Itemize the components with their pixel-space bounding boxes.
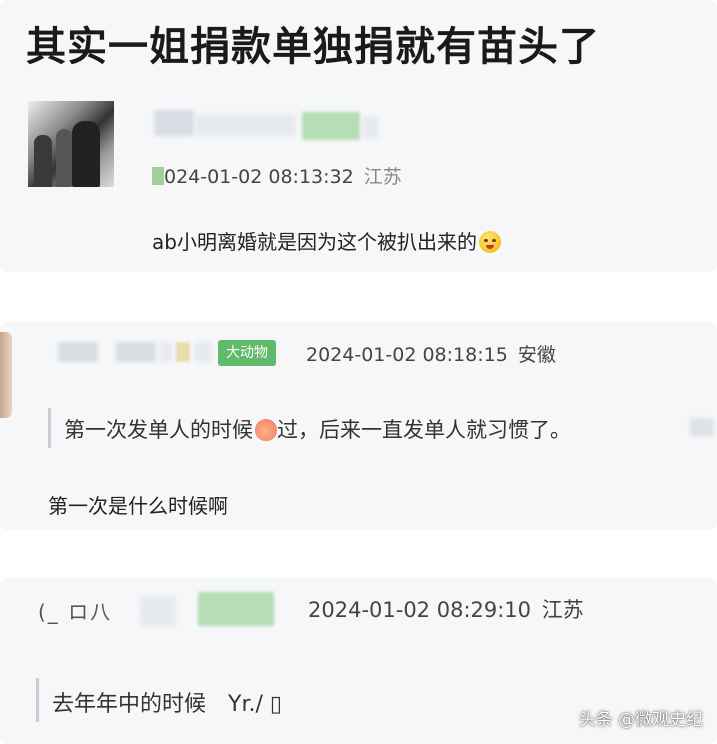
quote-part: 过，后来一直发单人就习惯了。	[277, 418, 571, 442]
comment-timestamp: 024-01-02 08:13:32	[164, 166, 354, 188]
quoted-comment: 去年年中的时候 Yr./ ▯	[52, 692, 282, 717]
quote-bar	[48, 408, 51, 448]
comment-meta: 2024-01-02 08:29:10 江苏	[308, 594, 584, 624]
badge-censored	[302, 112, 360, 140]
username-censored	[362, 116, 378, 138]
comment-location: 江苏	[541, 598, 584, 622]
post-title: 其实一姐捐款单独捐就有苗头了	[26, 24, 600, 70]
comment-location: 江苏	[363, 166, 402, 188]
username-censored	[160, 342, 172, 362]
comment-meta: 024-01-02 08:13:32 江苏	[152, 162, 402, 189]
username-censored: (_ ロ八	[38, 600, 113, 624]
comment-timestamp: 2024-01-02 08:29:10	[308, 598, 532, 622]
cut-off-text	[690, 418, 714, 436]
watermark: 头条 @微观史纪	[578, 710, 703, 730]
comment-text: ab小明离婚就是因为这个被扒出来的	[152, 226, 501, 255]
comment-body: ab小明离婚就是因为这个被扒出来的	[152, 230, 477, 254]
quote-part: 第一次发单人的时候	[64, 418, 253, 442]
username-censored	[196, 114, 296, 136]
username-censored	[154, 110, 194, 136]
username-censored	[140, 596, 176, 626]
level-badge: 大动物	[218, 340, 276, 366]
username-censored	[194, 342, 212, 362]
comment-timestamp: 2024-01-02 08:18:15	[306, 344, 508, 366]
comment-meta: 2024-01-02 08:18:15 安徽	[306, 340, 556, 367]
comment-location: 安徽	[517, 344, 556, 366]
peach-emoji-icon	[255, 419, 277, 441]
username-censored	[58, 342, 98, 362]
badge-censored	[198, 592, 274, 626]
face-emoji-icon	[478, 231, 501, 253]
username-censored	[116, 342, 156, 362]
quote-bar	[36, 678, 39, 722]
avatar[interactable]	[28, 101, 114, 187]
avatar-edge	[0, 332, 12, 418]
reply-text: 第一次是什么时候啊	[48, 494, 228, 518]
post-card: 其实一姐捐款单独捐就有苗头了 024-01-02 08:13:32 江苏 ab小…	[0, 0, 717, 272]
quoted-comment: 第一次发单人的时候 过，后来一直发单人就习惯了。	[64, 414, 571, 444]
username-censored	[176, 342, 190, 362]
